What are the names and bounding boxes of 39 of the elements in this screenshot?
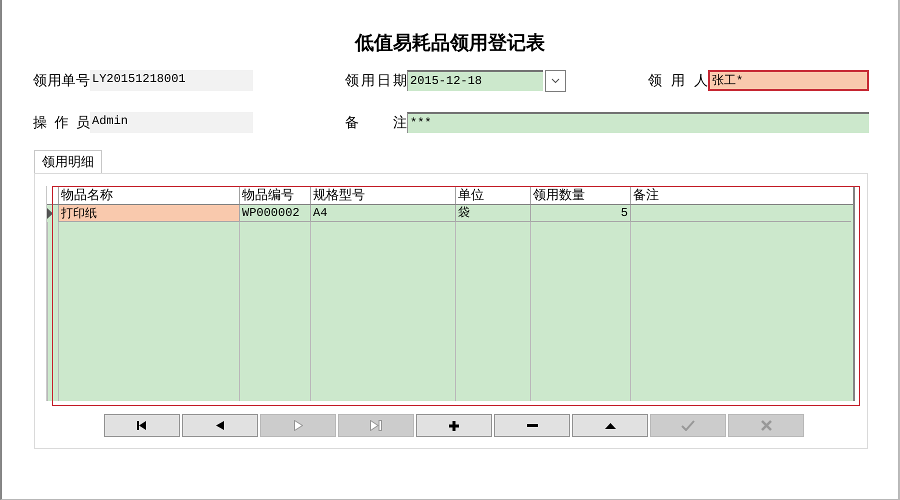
up-triangle-icon <box>604 422 616 428</box>
column-header[interactable]: 备注 <box>630 186 851 204</box>
column-header[interactable]: 领用数量 <box>530 186 630 204</box>
plus-icon <box>449 420 459 430</box>
minus-icon <box>526 424 538 427</box>
column-header[interactable]: 规格型号 <box>310 186 455 204</box>
previous-icon <box>216 421 224 430</box>
table-cell: A4 <box>310 205 455 222</box>
column-header[interactable]: 物品编号 <box>239 186 310 204</box>
first-record-icon <box>137 421 147 430</box>
table-cell: 5 <box>530 205 630 222</box>
form-title: 低值易耗品领用登记表 <box>354 31 546 56</box>
last-record-icon <box>370 420 382 431</box>
cross-icon <box>760 420 772 431</box>
table-cell: 袋 <box>455 205 530 222</box>
field-label: 操作员 <box>33 114 90 132</box>
field-label: 备注 <box>345 114 407 132</box>
field-label: 领用单号 <box>33 72 90 90</box>
input-field[interactable]: *** <box>407 112 869 133</box>
read-only-field: Admin <box>90 112 253 133</box>
read-only-field: LY20151218001 <box>90 70 253 91</box>
field-label: 领用日期 <box>345 72 407 90</box>
table-cell: 打印纸 <box>58 205 239 222</box>
prior-button[interactable] <box>182 414 258 437</box>
check-icon <box>681 420 695 431</box>
row-indicator-icon <box>47 208 53 219</box>
table-cell: WP000002 <box>239 205 310 222</box>
column-header[interactable]: 物品名称 <box>58 186 239 204</box>
first-button[interactable] <box>104 414 180 437</box>
field-label: 领用人 <box>648 72 708 90</box>
next-icon <box>294 420 302 431</box>
insert-button[interactable] <box>416 414 492 437</box>
input-field[interactable]: 张工* <box>708 70 869 91</box>
date-field[interactable]: 2015-12-18 <box>407 70 543 91</box>
tab[interactable]: 领用明细 <box>34 150 102 173</box>
dropdown-button[interactable] <box>545 70 566 92</box>
chevron-down-icon <box>551 78 560 84</box>
column-header[interactable]: 单位 <box>455 186 530 204</box>
edit-button[interactable] <box>572 414 648 437</box>
